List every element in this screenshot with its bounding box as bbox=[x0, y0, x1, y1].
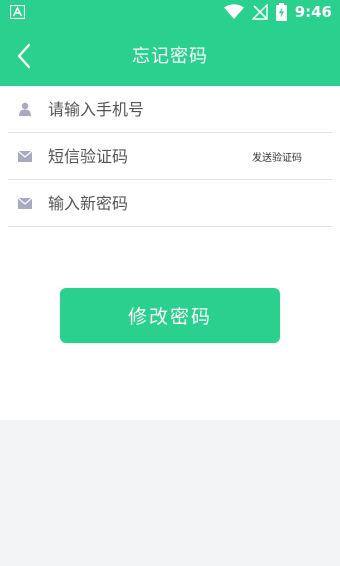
sms-code-row: 发送验证码 bbox=[8, 133, 332, 180]
new-password-row bbox=[8, 180, 332, 227]
new-password-input[interactable] bbox=[48, 193, 332, 213]
wifi-icon bbox=[223, 4, 244, 19]
chevron-left-icon bbox=[17, 43, 31, 69]
envelope-icon bbox=[18, 149, 32, 163]
sms-code-input[interactable] bbox=[48, 146, 252, 166]
status-icons: 9:46 bbox=[223, 0, 332, 24]
back-button[interactable] bbox=[8, 40, 40, 72]
battery-charging-icon bbox=[275, 3, 287, 21]
app-bar: 忘记密码 bbox=[0, 24, 340, 86]
change-password-button[interactable]: 修改密码 bbox=[60, 288, 280, 343]
phone-row bbox=[8, 86, 332, 133]
envelope-icon bbox=[18, 196, 32, 210]
page-title: 忘记密码 bbox=[132, 46, 208, 67]
no-signal-icon bbox=[251, 4, 268, 20]
person-icon bbox=[18, 102, 32, 116]
phone-input[interactable] bbox=[48, 99, 332, 119]
clock: 9:46 bbox=[294, 3, 332, 21]
form-panel: 发送验证码 修改密码 bbox=[0, 86, 340, 420]
send-code-button[interactable]: 发送验证码 bbox=[252, 149, 302, 164]
status-bar: 9:46 bbox=[0, 0, 340, 24]
a-app-icon bbox=[10, 5, 25, 19]
